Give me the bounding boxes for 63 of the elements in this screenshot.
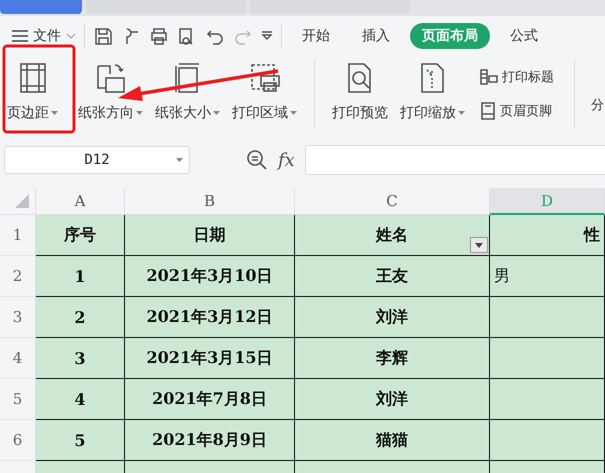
table-cell: 2021年8月9日 bbox=[125, 420, 295, 461]
table-cell: 2021年7月8日 bbox=[125, 379, 295, 420]
ribbon-tab[interactable]: 公式 bbox=[498, 23, 550, 49]
file-menu[interactable]: 文件 bbox=[12, 27, 76, 45]
table-cell: 4 bbox=[36, 379, 125, 420]
filter-button[interactable] bbox=[470, 237, 488, 253]
ribbon-button[interactable]: 打印缩放 bbox=[399, 56, 466, 132]
caret-icon[interactable] bbox=[176, 158, 183, 162]
chevron-down-icon bbox=[66, 33, 76, 39]
print-titles-icon bbox=[480, 68, 498, 86]
table-cell: 序号 bbox=[36, 215, 125, 256]
table-cell: 刘洋 bbox=[295, 379, 490, 420]
table-cell: 性 bbox=[490, 215, 605, 256]
caret-icon bbox=[475, 242, 483, 248]
table-cell: 1 bbox=[36, 256, 125, 297]
ribbon-button[interactable]: 打印区域 bbox=[231, 56, 298, 132]
formula-input[interactable] bbox=[304, 145, 605, 175]
function-button[interactable]: fx bbox=[278, 150, 295, 170]
row-header[interactable]: 5 bbox=[0, 379, 36, 420]
ribbon-button[interactable]: 纸张方向 bbox=[77, 56, 144, 132]
table-cell: 2021年3月12日 bbox=[125, 297, 295, 338]
print-area-icon bbox=[248, 62, 280, 94]
header-text: 姓名 bbox=[376, 224, 408, 246]
table-cell: 王友 bbox=[295, 256, 490, 297]
ribbon-button[interactable]: 打印预览 bbox=[331, 56, 389, 132]
column-header[interactable]: C bbox=[295, 188, 490, 215]
customize-icon[interactable] bbox=[261, 31, 273, 41]
column-header[interactable]: A bbox=[36, 188, 125, 215]
row-header[interactable]: 3 bbox=[0, 297, 36, 338]
margin-icon bbox=[18, 62, 48, 94]
ribbon-button[interactable]: 页眉页脚 bbox=[480, 102, 554, 120]
table-cell: 李辉 bbox=[295, 338, 490, 379]
caret-icon bbox=[290, 111, 297, 115]
ribbon-tab[interactable]: 开始 bbox=[290, 23, 342, 49]
row-header[interactable]: 1 bbox=[0, 215, 36, 256]
save-icon[interactable] bbox=[93, 26, 113, 46]
table-cell: 男 bbox=[490, 256, 605, 297]
row-header[interactable]: 2 bbox=[0, 256, 36, 297]
menu-icon bbox=[12, 30, 28, 42]
table-cell: 2 bbox=[36, 297, 125, 338]
column-header[interactable]: B bbox=[125, 188, 295, 215]
table-cell: 猫猫 bbox=[295, 420, 490, 461]
caret-icon bbox=[51, 111, 58, 115]
name-box[interactable]: D12 bbox=[4, 146, 190, 174]
ribbon-label[interactable]: 分 bbox=[591, 96, 604, 114]
caret-icon bbox=[458, 111, 465, 115]
caret-icon bbox=[213, 111, 220, 115]
ribbon-tab[interactable]: 插入 bbox=[350, 23, 402, 49]
row-header[interactable]: 6 bbox=[0, 420, 36, 461]
ribbon-button[interactable]: 纸张大小 bbox=[154, 56, 221, 132]
table-cell: 2021年3月10日 bbox=[125, 256, 295, 297]
table-cell: 2021年3月15日 bbox=[125, 338, 295, 379]
zoom-icon[interactable] bbox=[246, 149, 268, 171]
print-icon[interactable] bbox=[149, 26, 169, 46]
table-cell: 日期 bbox=[125, 215, 295, 256]
table-cell: 刘洋 bbox=[295, 297, 490, 338]
caret-icon bbox=[136, 111, 143, 115]
orientation-icon bbox=[94, 62, 126, 94]
table-cell: 3 bbox=[36, 338, 125, 379]
header-footer-icon bbox=[480, 102, 496, 120]
ribbon-button[interactable]: 打印标题 bbox=[480, 68, 554, 86]
table-cell: 5 bbox=[36, 420, 125, 461]
row-header[interactable]: 4 bbox=[0, 338, 36, 379]
